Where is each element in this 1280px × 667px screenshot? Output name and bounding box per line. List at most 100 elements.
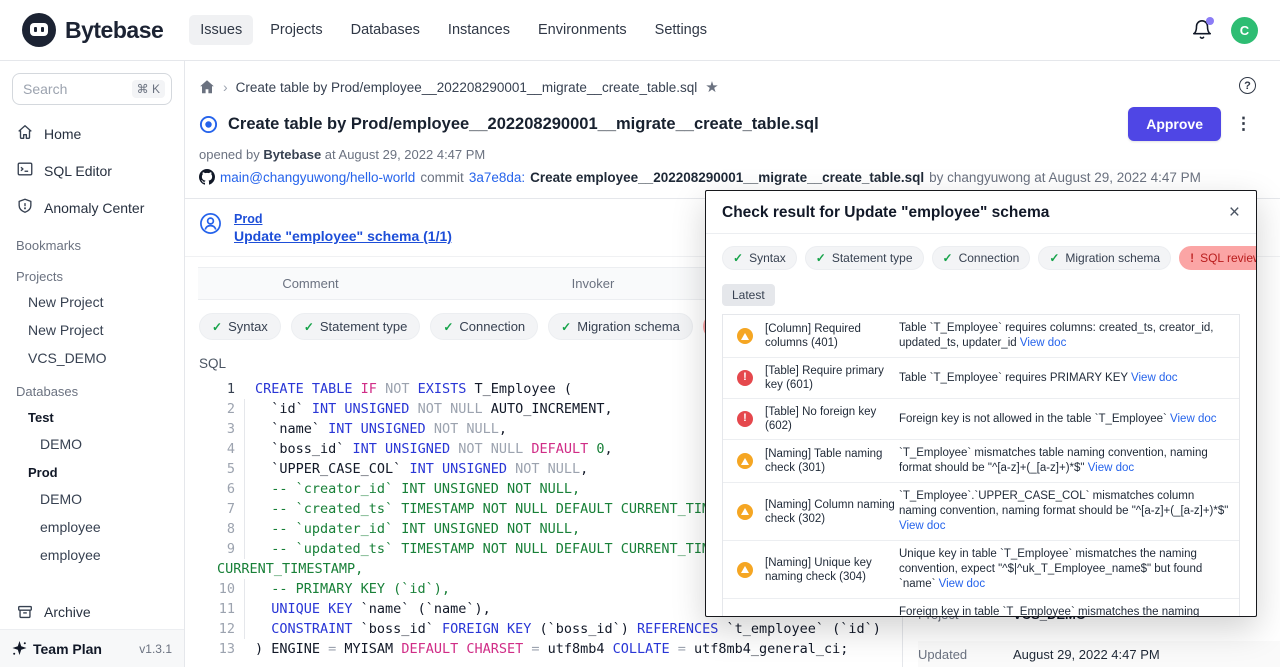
search-placeholder: Search bbox=[23, 81, 132, 97]
view-doc-link[interactable]: View doc bbox=[899, 520, 945, 532]
view-doc-link[interactable]: View doc bbox=[1020, 337, 1066, 349]
sidebar-project-item[interactable]: VCS_DEMO bbox=[0, 344, 184, 372]
sql-token: (`boss_id`) bbox=[540, 619, 638, 639]
modal-check-pills: ✓Syntax✓Statement type✓Connection✓Migrat… bbox=[706, 234, 1256, 274]
approve-button[interactable]: Approve bbox=[1128, 107, 1221, 141]
sql-token: CONSTRAINT bbox=[255, 619, 361, 639]
sql-token: `boss_id` bbox=[361, 619, 442, 639]
bookmarks-section-title: Bookmarks bbox=[0, 226, 184, 257]
notifications-bell-icon[interactable] bbox=[1191, 19, 1213, 41]
breadcrumb-separator: › bbox=[223, 79, 228, 95]
sql-token: REFERENCES bbox=[637, 619, 726, 639]
rule-description: `T_Employee` mismatches table naming con… bbox=[899, 446, 1231, 476]
sidebar-database-item[interactable]: employee bbox=[0, 541, 184, 569]
sql-token: = bbox=[678, 639, 694, 659]
nav-tab-instances[interactable]: Instances bbox=[437, 15, 521, 45]
line-number: 13 bbox=[199, 639, 245, 659]
home-breadcrumb-icon[interactable] bbox=[199, 79, 215, 95]
sql-token: CREATE TABLE bbox=[255, 379, 361, 399]
check-pill-statement-type[interactable]: ✓Statement type bbox=[291, 313, 421, 340]
sql-token: NOT NULL bbox=[418, 399, 491, 419]
check-pill-syntax[interactable]: ✓Syntax bbox=[199, 313, 281, 340]
sidebar-item-archive[interactable]: Archive bbox=[0, 595, 184, 629]
check-icon: ✓ bbox=[561, 320, 571, 334]
warning-icon bbox=[737, 328, 753, 344]
error-icon: ! bbox=[1190, 251, 1194, 265]
modal-title: Check result for Update "employee" schem… bbox=[722, 204, 1049, 222]
sidebar-database-item[interactable]: DEMO bbox=[0, 485, 184, 513]
check-icon: ✓ bbox=[943, 251, 953, 265]
check-pill-label: Connection bbox=[959, 251, 1020, 265]
stage-environment-link[interactable]: Prod bbox=[234, 212, 452, 226]
sql-token: COLLATE bbox=[613, 639, 678, 659]
left-sidebar: Search ⌘ K HomeSQL EditorAnomaly Center … bbox=[0, 61, 185, 667]
view-doc-link[interactable]: View doc bbox=[1088, 462, 1134, 474]
notification-dot bbox=[1206, 17, 1214, 25]
view-doc-link[interactable]: View doc bbox=[1131, 372, 1177, 384]
warning-icon bbox=[737, 562, 753, 578]
sql-token: NOT NULL bbox=[458, 439, 531, 459]
latest-button[interactable]: Latest bbox=[722, 284, 775, 306]
nav-tab-settings[interactable]: Settings bbox=[644, 15, 718, 45]
app-version: v1.3.1 bbox=[139, 642, 172, 656]
sidebar-item-anomaly-center[interactable]: Anomaly Center bbox=[0, 189, 184, 226]
nav-tab-projects[interactable]: Projects bbox=[259, 15, 333, 45]
error-icon bbox=[737, 370, 753, 386]
breadcrumb: › Create table by Prod/employee__2022082… bbox=[185, 61, 1280, 105]
right-panel-divider bbox=[902, 613, 903, 667]
brand[interactable]: Bytebase bbox=[22, 13, 163, 47]
sql-token: -- `updater_id` INT UNSIGNED NOT NULL, bbox=[255, 519, 580, 539]
sidebar-database-item[interactable]: employee bbox=[0, 513, 184, 541]
sql-token: AUTO_INCREMENT, bbox=[491, 399, 613, 419]
sql-token: `boss_id` bbox=[255, 439, 353, 459]
view-doc-link[interactable]: View doc bbox=[1170, 413, 1216, 425]
rule-description: Unique key in table `T_Employee` mismatc… bbox=[899, 547, 1231, 592]
user-avatar[interactable]: C bbox=[1231, 17, 1258, 44]
sidebar-item-home[interactable]: Home bbox=[0, 115, 184, 152]
check-pill-migration-schema[interactable]: ✓Migration schema bbox=[1038, 246, 1171, 270]
sql-token: ) ENGINE bbox=[255, 639, 328, 659]
check-icon: ✓ bbox=[1049, 251, 1059, 265]
check-pill-connection[interactable]: ✓Connection bbox=[430, 313, 538, 340]
sidebar-environment-label: Prod bbox=[0, 458, 184, 485]
rule-name: [Table] No foreign key (602) bbox=[765, 405, 895, 433]
line-number: 6 bbox=[199, 479, 245, 499]
sql-editor-icon bbox=[16, 160, 34, 181]
issue-creator: Bytebase bbox=[263, 147, 321, 162]
check-pill-label: Syntax bbox=[228, 319, 268, 334]
sql-token: , bbox=[605, 439, 613, 459]
vcs-commit-hash-link[interactable]: 3a7e8da: bbox=[469, 170, 525, 185]
search-input[interactable]: Search ⌘ K bbox=[12, 73, 172, 105]
sql-token: INT UNSIGNED bbox=[353, 439, 459, 459]
sql-token: , bbox=[580, 459, 588, 479]
help-icon[interactable]: ? bbox=[1239, 77, 1256, 94]
sidebar-project-item[interactable]: New Project bbox=[0, 288, 184, 316]
sql-token: MYISAM bbox=[344, 639, 401, 659]
sidebar-project-item[interactable]: New Project bbox=[0, 316, 184, 344]
nav-tab-environments[interactable]: Environments bbox=[527, 15, 638, 45]
nav-tab-issues[interactable]: Issues bbox=[189, 15, 253, 45]
check-pill-connection[interactable]: ✓ Connection bbox=[932, 246, 1031, 270]
stage-task-link[interactable]: Update "employee" schema (1/1) bbox=[234, 228, 452, 244]
plan-footer[interactable]: Team Plan v1.3.1 bbox=[0, 629, 184, 667]
sidebar-item-sql-editor[interactable]: SQL Editor bbox=[0, 152, 184, 189]
rule-name: [Naming] Column naming check (302) bbox=[765, 498, 895, 526]
vcs-branch-link[interactable]: main@changyuwong/hello-world bbox=[220, 170, 415, 185]
breadcrumb-path[interactable]: Create table by Prod/employee__202208290… bbox=[236, 80, 698, 95]
nav-tab-databases[interactable]: Databases bbox=[340, 15, 431, 45]
check-pill-sql-review[interactable]: !SQL review bbox=[1179, 246, 1257, 270]
sidebar-database-item[interactable]: DEMO bbox=[0, 430, 184, 458]
more-actions-kebab-icon[interactable]: ⋮ bbox=[1231, 114, 1256, 134]
check-icon: ✓ bbox=[443, 320, 453, 334]
check-pill-label: Statement type bbox=[320, 319, 407, 334]
bookmark-star-icon[interactable]: ★ bbox=[705, 78, 718, 96]
check-pill-migration-schema[interactable]: ✓Migration schema bbox=[548, 313, 693, 340]
sql-token: `id` bbox=[255, 399, 312, 419]
view-doc-link[interactable]: View doc bbox=[939, 578, 985, 590]
sql-token: -- PRIMARY KEY (`id`), bbox=[255, 579, 450, 599]
check-pill-statement-type[interactable]: ✓Statement type bbox=[805, 246, 924, 270]
close-icon[interactable]: × bbox=[1229, 206, 1240, 220]
check-pill-syntax[interactable]: ✓Syntax bbox=[722, 246, 797, 270]
check-icon: ✓ bbox=[816, 251, 826, 265]
sql-token: `UPPER_CASE_COL` bbox=[255, 459, 409, 479]
